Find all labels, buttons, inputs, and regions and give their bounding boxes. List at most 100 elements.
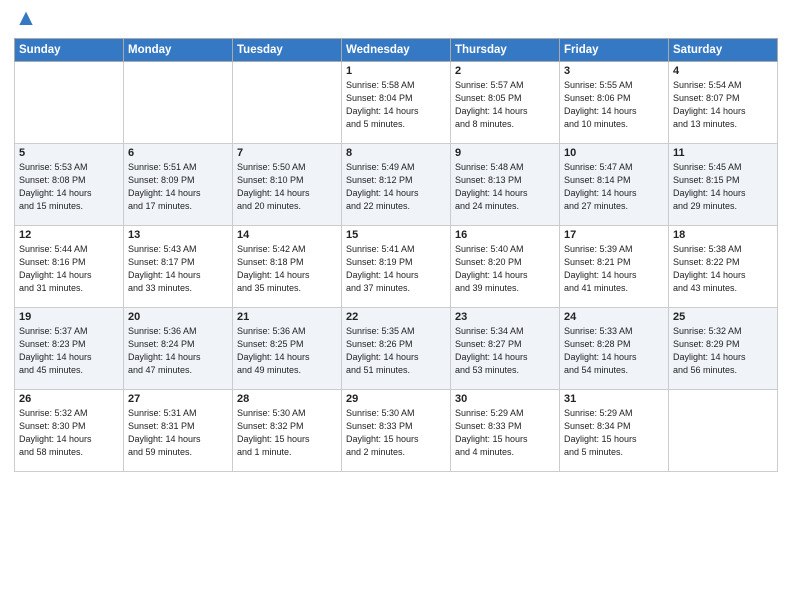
day-info: Sunrise: 5:43 AM Sunset: 8:17 PM Dayligh… <box>128 243 228 295</box>
header <box>14 10 778 30</box>
day-number: 26 <box>19 393 119 405</box>
col-header-friday: Friday <box>560 39 669 62</box>
header-row: SundayMondayTuesdayWednesdayThursdayFrid… <box>15 39 778 62</box>
day-number: 17 <box>564 229 664 241</box>
day-cell: 1 Sunrise: 5:58 AM Sunset: 8:04 PM Daylig… <box>342 62 451 144</box>
day-info: Sunrise: 5:32 AM Sunset: 8:30 PM Dayligh… <box>19 407 119 459</box>
day-number: 11 <box>673 147 773 159</box>
day-number: 13 <box>128 229 228 241</box>
week-row-1: 1 Sunrise: 5:58 AM Sunset: 8:04 PM Daylig… <box>15 62 778 144</box>
day-cell: 20 Sunrise: 5:36 AM Sunset: 8:24 PM Dayli… <box>124 308 233 390</box>
calendar-table: SundayMondayTuesdayWednesdayThursdayFrid… <box>14 38 778 472</box>
day-number: 24 <box>564 311 664 323</box>
col-header-thursday: Thursday <box>451 39 560 62</box>
day-info: Sunrise: 5:41 AM Sunset: 8:19 PM Dayligh… <box>346 243 446 295</box>
day-number: 31 <box>564 393 664 405</box>
day-cell: 21Sunrise: 5:36 AM Sunset: 8:25 PM Dayli… <box>233 308 342 390</box>
day-number: 25 <box>673 311 773 323</box>
day-number: 19 <box>19 311 119 323</box>
day-cell: 14 Sunrise: 5:42 AM Sunset: 8:18 PM Dayli… <box>233 226 342 308</box>
day-cell: 26 Sunrise: 5:32 AM Sunset: 8:30 PM Dayli… <box>15 390 124 472</box>
week-row-4: 19 Sunrise: 5:37 AM Sunset: 8:23 PM Dayli… <box>15 308 778 390</box>
day-cell: 9 Sunrise: 5:48 AM Sunset: 8:13 PM Daylig… <box>451 144 560 226</box>
day-info: Sunrise: 5:45 AM Sunset: 8:15 PM Dayligh… <box>673 161 773 213</box>
day-cell <box>233 62 342 144</box>
day-number: 7 <box>237 147 337 159</box>
week-row-2: 5Sunrise: 5:53 AM Sunset: 8:08 PM Daylig… <box>15 144 778 226</box>
day-info: Sunrise: 5:54 AM Sunset: 8:07 PM Dayligh… <box>673 79 773 131</box>
day-number: 4 <box>673 65 773 77</box>
day-number: 16 <box>455 229 555 241</box>
col-header-monday: Monday <box>124 39 233 62</box>
day-number: 1 <box>346 65 446 77</box>
day-cell: 4 Sunrise: 5:54 AM Sunset: 8:07 PM Daylig… <box>669 62 778 144</box>
day-number: 20 <box>128 311 228 323</box>
day-cell: 12Sunrise: 5:44 AM Sunset: 8:16 PM Dayli… <box>15 226 124 308</box>
day-number: 22 <box>346 311 446 323</box>
day-cell: 11 Sunrise: 5:45 AM Sunset: 8:15 PM Dayli… <box>669 144 778 226</box>
col-header-wednesday: Wednesday <box>342 39 451 62</box>
week-row-5: 26 Sunrise: 5:32 AM Sunset: 8:30 PM Dayli… <box>15 390 778 472</box>
col-header-tuesday: Tuesday <box>233 39 342 62</box>
day-cell: 3 Sunrise: 5:55 AM Sunset: 8:06 PM Daylig… <box>560 62 669 144</box>
day-info: Sunrise: 5:29 AM Sunset: 8:33 PM Dayligh… <box>455 407 555 459</box>
day-number: 30 <box>455 393 555 405</box>
day-cell: 24Sunrise: 5:33 AM Sunset: 8:28 PM Dayli… <box>560 308 669 390</box>
day-info: Sunrise: 5:39 AM Sunset: 8:21 PM Dayligh… <box>564 243 664 295</box>
day-cell: 7Sunrise: 5:50 AM Sunset: 8:10 PM Daylig… <box>233 144 342 226</box>
day-cell: 17 Sunrise: 5:39 AM Sunset: 8:21 PM Dayli… <box>560 226 669 308</box>
day-info: Sunrise: 5:55 AM Sunset: 8:06 PM Dayligh… <box>564 79 664 131</box>
day-number: 18 <box>673 229 773 241</box>
day-cell: 27 Sunrise: 5:31 AM Sunset: 8:31 PM Dayli… <box>124 390 233 472</box>
day-info: Sunrise: 5:37 AM Sunset: 8:23 PM Dayligh… <box>19 325 119 377</box>
day-number: 28 <box>237 393 337 405</box>
day-info: Sunrise: 5:30 AM Sunset: 8:33 PM Dayligh… <box>346 407 446 459</box>
logo <box>14 10 40 30</box>
day-number: 2 <box>455 65 555 77</box>
day-number: 15 <box>346 229 446 241</box>
day-info: Sunrise: 5:48 AM Sunset: 8:13 PM Dayligh… <box>455 161 555 213</box>
day-info: Sunrise: 5:30 AM Sunset: 8:32 PM Dayligh… <box>237 407 337 459</box>
day-info: Sunrise: 5:34 AM Sunset: 8:27 PM Dayligh… <box>455 325 555 377</box>
day-number: 10 <box>564 147 664 159</box>
day-number: 3 <box>564 65 664 77</box>
day-number: 12 <box>19 229 119 241</box>
day-number: 8 <box>346 147 446 159</box>
day-cell: 5Sunrise: 5:53 AM Sunset: 8:08 PM Daylig… <box>15 144 124 226</box>
day-number: 9 <box>455 147 555 159</box>
day-cell <box>124 62 233 144</box>
day-info: Sunrise: 5:42 AM Sunset: 8:18 PM Dayligh… <box>237 243 337 295</box>
day-cell: 29 Sunrise: 5:30 AM Sunset: 8:33 PM Dayli… <box>342 390 451 472</box>
day-cell: 23 Sunrise: 5:34 AM Sunset: 8:27 PM Dayli… <box>451 308 560 390</box>
day-number: 23 <box>455 311 555 323</box>
day-number: 29 <box>346 393 446 405</box>
day-info: Sunrise: 5:40 AM Sunset: 8:20 PM Dayligh… <box>455 243 555 295</box>
day-info: Sunrise: 5:53 AM Sunset: 8:08 PM Dayligh… <box>19 161 119 213</box>
day-cell <box>15 62 124 144</box>
day-info: Sunrise: 5:57 AM Sunset: 8:05 PM Dayligh… <box>455 79 555 131</box>
week-row-3: 12Sunrise: 5:44 AM Sunset: 8:16 PM Dayli… <box>15 226 778 308</box>
day-number: 14 <box>237 229 337 241</box>
day-number: 27 <box>128 393 228 405</box>
logo-icon <box>16 10 36 30</box>
day-cell: 16 Sunrise: 5:40 AM Sunset: 8:20 PM Dayli… <box>451 226 560 308</box>
day-cell <box>669 390 778 472</box>
day-cell: 13 Sunrise: 5:43 AM Sunset: 8:17 PM Dayli… <box>124 226 233 308</box>
col-header-saturday: Saturday <box>669 39 778 62</box>
day-info: Sunrise: 5:58 AM Sunset: 8:04 PM Dayligh… <box>346 79 446 131</box>
day-info: Sunrise: 5:32 AM Sunset: 8:29 PM Dayligh… <box>673 325 773 377</box>
day-info: Sunrise: 5:31 AM Sunset: 8:31 PM Dayligh… <box>128 407 228 459</box>
day-cell: 28 Sunrise: 5:30 AM Sunset: 8:32 PM Dayli… <box>233 390 342 472</box>
day-info: Sunrise: 5:35 AM Sunset: 8:26 PM Dayligh… <box>346 325 446 377</box>
day-cell: 15 Sunrise: 5:41 AM Sunset: 8:19 PM Dayli… <box>342 226 451 308</box>
day-info: Sunrise: 5:29 AM Sunset: 8:34 PM Dayligh… <box>564 407 664 459</box>
col-header-sunday: Sunday <box>15 39 124 62</box>
day-cell: 30 Sunrise: 5:29 AM Sunset: 8:33 PM Dayli… <box>451 390 560 472</box>
day-number: 21 <box>237 311 337 323</box>
day-cell: 10Sunrise: 5:47 AM Sunset: 8:14 PM Dayli… <box>560 144 669 226</box>
day-cell: 25 Sunrise: 5:32 AM Sunset: 8:29 PM Dayli… <box>669 308 778 390</box>
day-cell: 31 Sunrise: 5:29 AM Sunset: 8:34 PM Dayli… <box>560 390 669 472</box>
day-info: Sunrise: 5:51 AM Sunset: 8:09 PM Dayligh… <box>128 161 228 213</box>
day-info: Sunrise: 5:49 AM Sunset: 8:12 PM Dayligh… <box>346 161 446 213</box>
day-info: Sunrise: 5:36 AM Sunset: 8:24 PM Dayligh… <box>128 325 228 377</box>
